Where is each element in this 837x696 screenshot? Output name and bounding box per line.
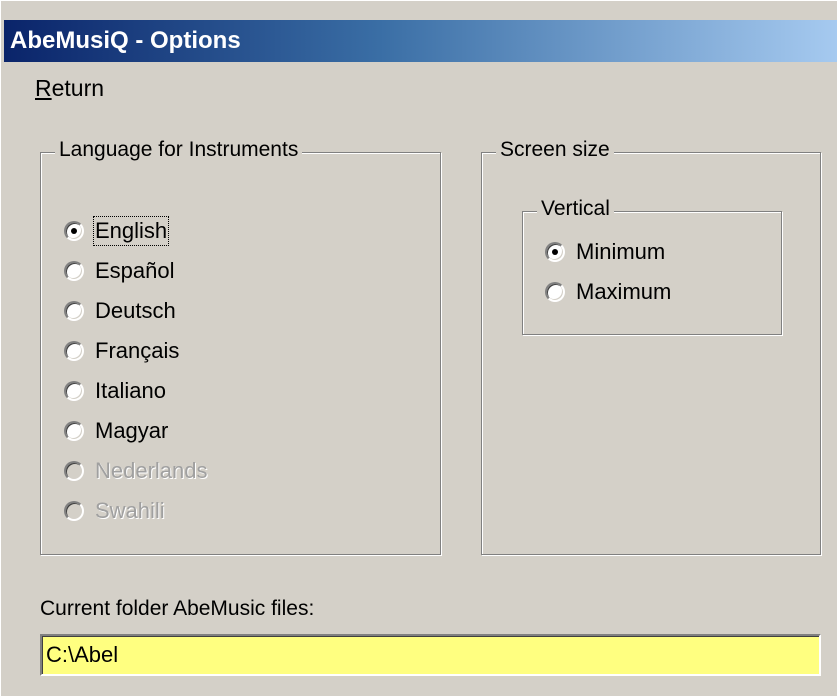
radio-minimum-indicator[interactable]	[545, 242, 565, 262]
screen-size-group: Screen size Vertical Minimum Maximum	[481, 138, 821, 555]
radio-deutsch[interactable]: Deutsch	[64, 295, 176, 327]
radio-maximum[interactable]: Maximum	[545, 276, 671, 308]
options-window: AbeMusiQ - Options Return Language for I…	[0, 0, 837, 696]
radio-italiano-label: Italiano	[95, 378, 166, 403]
radio-espanol[interactable]: Español	[64, 255, 175, 287]
radio-italiano[interactable]: Italiano	[64, 375, 166, 407]
menu-bar: Return	[1, 65, 837, 109]
radio-english-indicator[interactable]	[64, 221, 84, 241]
radio-italiano-indicator[interactable]	[64, 381, 84, 401]
radio-nederlands-label: Nederlands	[95, 458, 208, 483]
vertical-group: Vertical Minimum Maximum	[522, 197, 782, 335]
menu-return-label: eturn	[51, 75, 105, 101]
title-bar[interactable]: AbeMusiQ - Options	[4, 20, 837, 62]
radio-swahili-label: Swahili	[95, 498, 165, 523]
radio-francais-indicator[interactable]	[64, 341, 84, 361]
radio-minimum-label: Minimum	[576, 239, 666, 264]
language-group: Language for Instruments English Español…	[40, 138, 441, 555]
radio-nederlands-indicator	[64, 461, 84, 481]
radio-deutsch-label: Deutsch	[95, 298, 176, 323]
radio-english-label: English	[92, 216, 170, 246]
radio-magyar-label: Magyar	[95, 418, 169, 443]
radio-francais[interactable]: Français	[64, 335, 179, 367]
menu-return[interactable]: Return	[35, 75, 104, 102]
radio-nederlands: Nederlands	[64, 455, 208, 487]
radio-deutsch-indicator[interactable]	[64, 301, 84, 321]
radio-magyar[interactable]: Magyar	[64, 415, 168, 447]
language-group-label: Language for Instruments	[55, 138, 303, 162]
radio-espanol-label: Español	[95, 258, 175, 283]
radio-swahili-indicator	[64, 501, 84, 521]
radio-maximum-indicator[interactable]	[545, 282, 565, 302]
menu-return-accelerator: R	[35, 75, 52, 101]
radio-maximum-label: Maximum	[576, 279, 672, 304]
radio-english[interactable]: English	[64, 215, 170, 247]
folder-path-input[interactable]	[40, 634, 821, 676]
radio-espanol-indicator[interactable]	[64, 261, 84, 281]
radio-francais-label: Français	[95, 338, 180, 363]
folder-caption: Current folder AbeMusic files:	[40, 597, 315, 620]
window-title: AbeMusiQ - Options	[10, 27, 241, 54]
screen-size-group-label: Screen size	[496, 138, 614, 162]
radio-minimum[interactable]: Minimum	[545, 236, 665, 268]
radio-magyar-indicator[interactable]	[64, 421, 84, 441]
radio-swahili: Swahili	[64, 495, 165, 527]
vertical-group-label: Vertical	[537, 197, 614, 221]
